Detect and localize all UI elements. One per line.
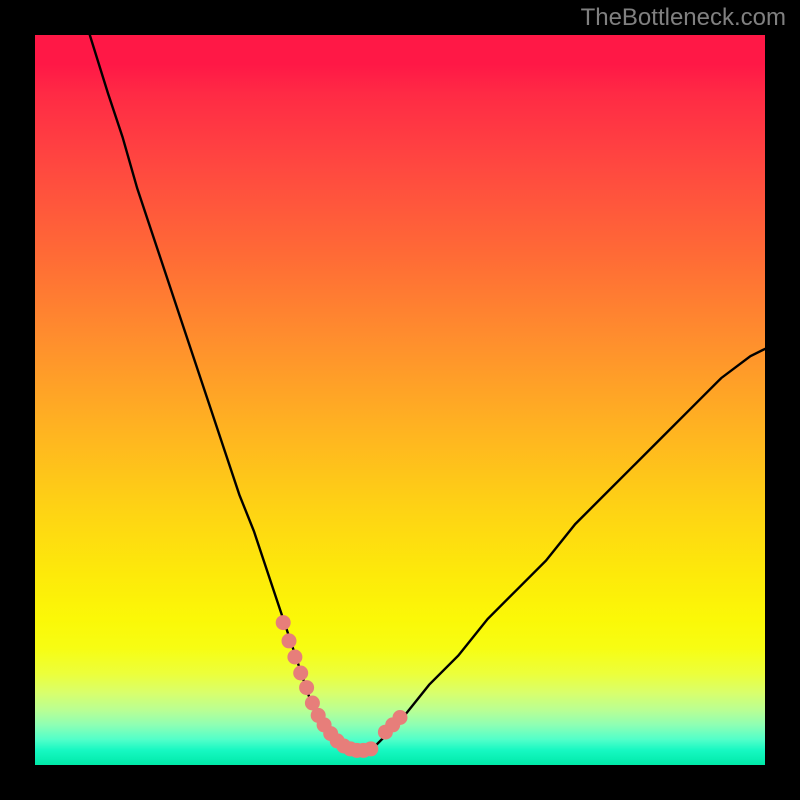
chart-frame: TheBottleneck.com (0, 0, 800, 800)
plot-area (35, 35, 765, 765)
marker-dot (299, 680, 314, 695)
curve-layer (35, 35, 765, 765)
marker-dot (287, 650, 302, 665)
watermark-text: TheBottleneck.com (581, 4, 786, 32)
marker-dot (293, 666, 308, 681)
marker-group (276, 615, 408, 758)
marker-dot (393, 710, 408, 725)
marker-dot (363, 741, 378, 756)
bottleneck-curve (90, 35, 765, 750)
marker-dot (276, 615, 291, 630)
marker-dot (282, 633, 297, 648)
